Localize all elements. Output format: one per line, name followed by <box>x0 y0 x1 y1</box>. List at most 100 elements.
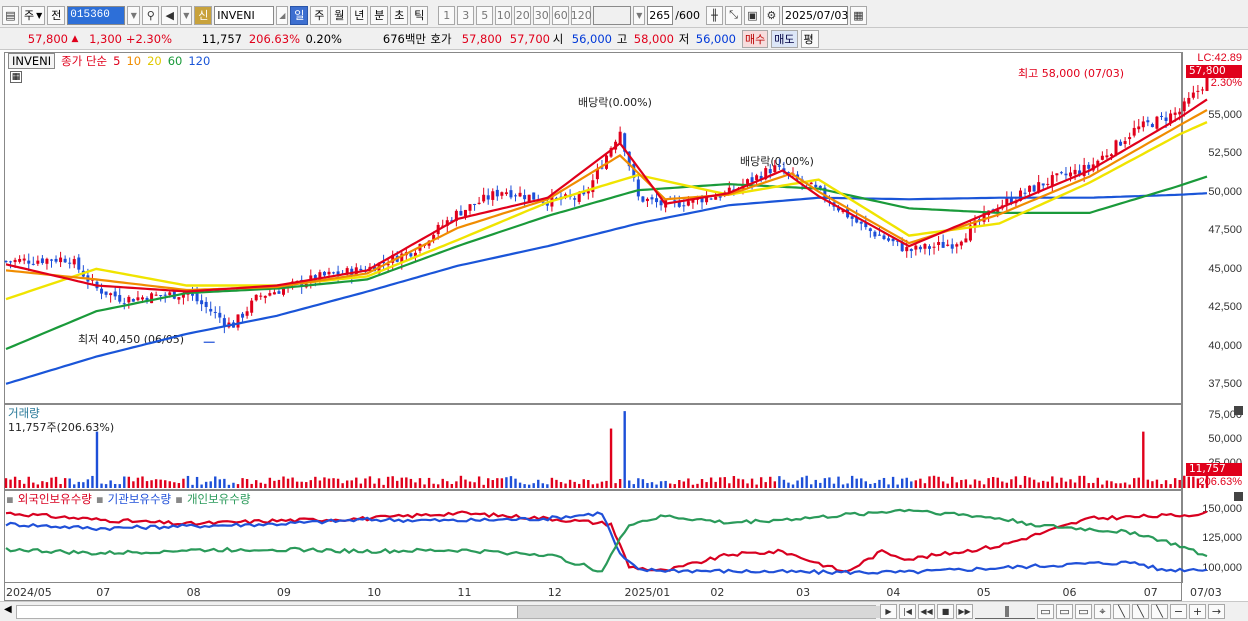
zoom-out-icon[interactable]: − <box>1170 604 1187 619</box>
scroll-right-icon[interactable]: ▶ <box>880 604 897 619</box>
volume-bar <box>359 483 363 488</box>
volume-bar <box>655 484 658 488</box>
volume-bar <box>323 477 326 488</box>
volume-bar <box>136 477 140 488</box>
volume-bar <box>100 483 103 488</box>
x-tick-label: 03 <box>796 586 811 599</box>
volume-bar <box>1005 482 1009 488</box>
volume-bar <box>464 479 467 488</box>
candle-body <box>72 259 76 265</box>
volume-bar <box>987 478 990 488</box>
candle-body <box>136 297 140 301</box>
volume-bar <box>764 482 767 488</box>
first-icon[interactable]: |◀ <box>899 604 916 619</box>
line-tool2-icon[interactable]: ╲ <box>1132 604 1149 619</box>
volume-bar <box>109 480 112 488</box>
layout-icon[interactable]: ▭ <box>1037 604 1054 619</box>
volume-bar <box>50 477 53 488</box>
candle-body <box>1173 112 1177 115</box>
candle-body <box>1005 198 1009 205</box>
zoom-slider[interactable] <box>975 604 1035 619</box>
line-tool-icon[interactable]: ╲ <box>1113 604 1130 619</box>
candle-body <box>527 194 531 202</box>
x-tick-label: 02 <box>710 586 725 599</box>
volume-bar <box>532 483 535 488</box>
chart-canvas[interactable] <box>0 0 1248 601</box>
volume-bar <box>177 483 181 488</box>
candle-body <box>500 192 504 196</box>
candle-body <box>486 195 490 200</box>
volume-bar <box>300 481 303 488</box>
candle-body <box>268 293 272 296</box>
volume-bar <box>609 428 613 488</box>
candle-body <box>218 312 222 318</box>
candle-body <box>573 198 577 200</box>
crosshair-icon[interactable]: ⌖ <box>1094 604 1111 619</box>
fit-icon[interactable]: → <box>1208 604 1225 619</box>
candle-body <box>859 221 863 224</box>
scroll-track[interactable] <box>16 605 893 619</box>
volume-bar <box>195 476 199 488</box>
volume-bar <box>741 479 745 488</box>
candle-body <box>1119 141 1123 146</box>
next-page-icon[interactable]: ▶▶ <box>956 604 973 619</box>
candle-body <box>1141 121 1145 128</box>
volume-bar <box>95 431 99 488</box>
candle-body <box>645 198 649 202</box>
volume-bar <box>759 477 763 488</box>
volume-bar <box>527 484 531 488</box>
ma-5-line <box>5 98 1208 293</box>
volume-bar <box>459 475 463 488</box>
volume-bar <box>355 477 358 488</box>
candle-body <box>254 294 258 301</box>
x-tick-label: 08 <box>186 586 201 599</box>
volume-bar <box>1173 478 1177 488</box>
candle-body <box>682 205 686 207</box>
volume-bar <box>264 483 267 488</box>
volume-bar <box>941 481 945 488</box>
volume-bar <box>1042 480 1045 488</box>
candle-body <box>1050 175 1054 186</box>
candle-body <box>636 179 640 197</box>
volume-bar <box>505 477 508 488</box>
line-tool3-icon[interactable]: ╲ <box>1151 604 1168 619</box>
candle-body <box>482 194 486 202</box>
scroll-left-icon[interactable]: ◀ <box>4 604 12 615</box>
candle-body <box>504 192 508 195</box>
volume-bar <box>823 478 827 488</box>
stop-icon[interactable]: ■ <box>937 604 954 619</box>
candle-body <box>686 201 690 206</box>
volume-bar <box>9 479 12 488</box>
candle-body <box>204 301 208 308</box>
volume-bar <box>623 411 626 488</box>
zoom-in-icon[interactable]: + <box>1189 604 1206 619</box>
volume-bar <box>778 476 781 488</box>
volume-bar <box>491 480 494 488</box>
candle-body <box>191 293 195 296</box>
volume-bar <box>700 479 704 488</box>
x-tick-label: 09 <box>276 586 291 599</box>
layout2-icon[interactable]: ▭ <box>1056 604 1073 619</box>
scroll-thumb[interactable] <box>517 606 893 618</box>
volume-bar <box>632 484 635 488</box>
layout3-icon[interactable]: ▭ <box>1075 604 1092 619</box>
candle-body <box>1146 120 1150 123</box>
volume-bar <box>396 480 399 488</box>
volume-bar <box>1128 484 1131 488</box>
prev-page-icon[interactable]: ◀◀ <box>918 604 935 619</box>
volume-bar <box>910 481 913 488</box>
volume-bar <box>405 477 408 488</box>
volume-bar <box>368 476 372 488</box>
candle-body <box>655 198 659 203</box>
candle-body <box>468 204 472 211</box>
candle-body <box>1087 164 1091 169</box>
candle-body <box>1100 155 1104 160</box>
volume-bar <box>1169 484 1172 488</box>
volume-bar <box>409 478 413 488</box>
volume-bar <box>1051 476 1054 488</box>
volume-bar <box>418 478 422 488</box>
candle-body <box>177 297 181 300</box>
volume-bar <box>573 481 576 488</box>
volume-bar <box>618 479 622 488</box>
volume-bar <box>951 476 954 488</box>
